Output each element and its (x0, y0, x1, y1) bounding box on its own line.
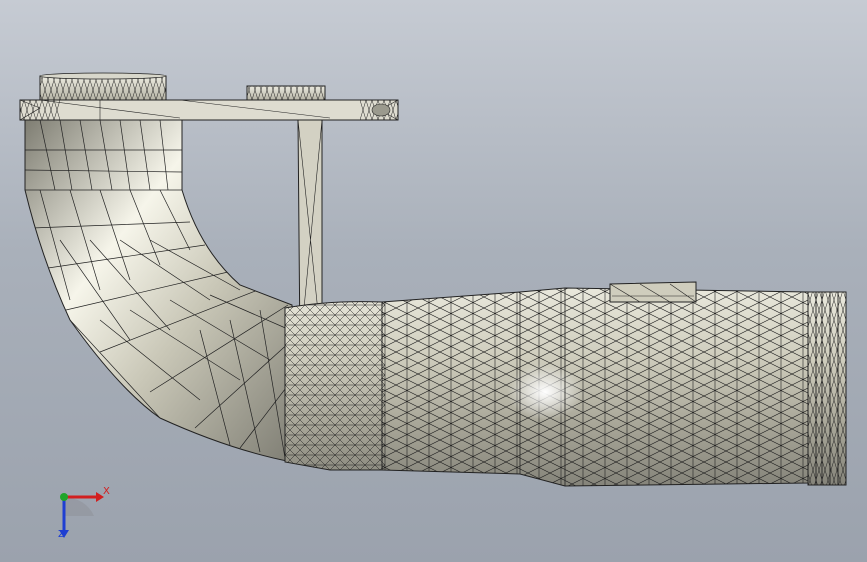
graphics-viewport[interactable]: X Z (0, 0, 867, 562)
straight-pipe[interactable] (284, 285, 812, 490)
mounting-bracket[interactable] (19, 99, 399, 121)
x-axis-label: X (103, 486, 110, 497)
top-boss[interactable] (246, 85, 326, 101)
pipe-boss[interactable] (609, 281, 697, 303)
y-axis-dot (60, 493, 68, 501)
top-flange[interactable] (39, 72, 167, 101)
z-axis-label: Z (58, 529, 65, 540)
triad-shadow (64, 497, 94, 516)
elbow-pipe[interactable] (24, 117, 293, 463)
coordinate-triad: X Z (42, 480, 122, 550)
end-ring-grooves[interactable] (807, 291, 847, 486)
model-view[interactable] (0, 0, 867, 562)
